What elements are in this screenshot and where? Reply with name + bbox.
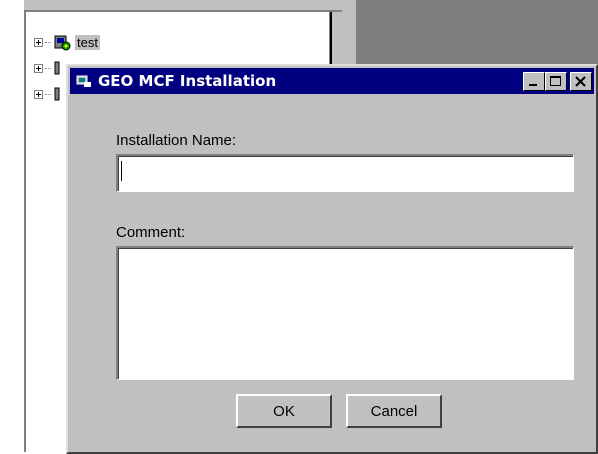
tree-item-label: test <box>75 34 100 50</box>
ok-button[interactable]: OK <box>236 394 332 428</box>
installation-name-input[interactable] <box>116 154 574 192</box>
window-controls <box>523 72 592 91</box>
close-button[interactable] <box>570 72 592 91</box>
right-pane <box>356 0 598 70</box>
tree-connector <box>45 41 51 43</box>
installation-name-label: Installation Name: <box>116 132 237 149</box>
tree-item-test[interactable]: test <box>34 33 100 51</box>
cancel-button[interactable]: Cancel <box>346 394 442 428</box>
maximize-icon <box>550 76 561 86</box>
installation-icon <box>76 74 92 88</box>
expand-icon[interactable] <box>34 89 43 99</box>
minimize-button[interactable] <box>523 72 545 91</box>
expand-icon[interactable] <box>34 63 43 73</box>
tree-connector <box>45 67 51 69</box>
close-icon <box>575 76 586 87</box>
geo-mcf-installation-dialog: GEO MCF Installation Installation Name: … <box>66 64 598 454</box>
installation-icon <box>53 33 71 51</box>
comment-label: Comment: <box>116 224 186 241</box>
expand-icon[interactable] <box>34 37 43 47</box>
dialog-title: GEO MCF Installation <box>98 72 277 90</box>
left-margin <box>0 0 24 452</box>
text-caret <box>121 161 122 181</box>
minimize-icon <box>529 84 537 86</box>
dialog-titlebar[interactable]: GEO MCF Installation <box>70 68 594 94</box>
tree-connector <box>45 93 51 95</box>
maximize-button[interactable] <box>545 72 567 91</box>
comment-input[interactable] <box>116 246 574 380</box>
